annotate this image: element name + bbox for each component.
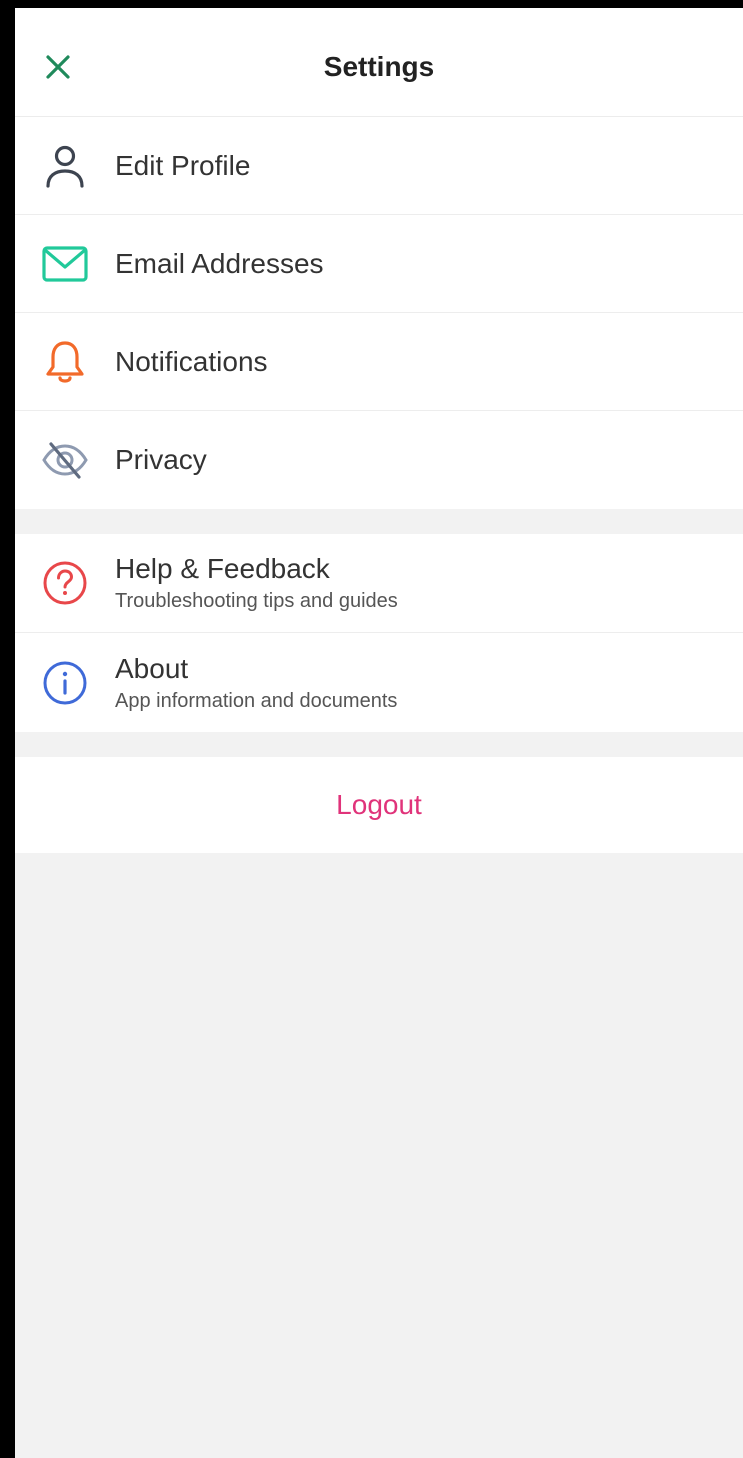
menu-item-label: Help & Feedback [115, 553, 330, 584]
bell-icon [39, 336, 91, 388]
person-icon [39, 140, 91, 192]
menu-item-notifications[interactable]: Notifications [15, 313, 743, 411]
menu-item-label: Edit Profile [115, 149, 251, 181]
menu-item-subtitle: Troubleshooting tips and guides [115, 590, 398, 612]
menu-item-label: About [115, 652, 189, 684]
menu-item-label: Email Addresses [115, 247, 324, 279]
primary-settings-list: Edit Profile Email Addresses Notificatio… [15, 117, 743, 509]
eye-off-icon [39, 434, 91, 486]
menu-item-subtitle: App information and documents [115, 689, 398, 712]
envelope-icon [39, 238, 91, 290]
menu-item-email-addresses[interactable]: Email Addresses [15, 215, 743, 313]
section-divider [15, 509, 743, 534]
close-button[interactable] [42, 51, 74, 83]
menu-item-edit-profile[interactable]: Edit Profile [15, 117, 743, 215]
menu-item-label: Notifications [115, 345, 268, 377]
close-icon [46, 55, 70, 79]
logout-button[interactable]: Logout [15, 757, 743, 853]
section-divider [15, 732, 743, 757]
menu-item-privacy[interactable]: Privacy [15, 411, 743, 509]
menu-item-label: Privacy [115, 444, 207, 475]
info-circle-icon [39, 657, 91, 709]
logout-label: Logout [336, 789, 422, 820]
page-title: Settings [323, 51, 435, 82]
header-bar: Settings [15, 8, 743, 117]
menu-item-about[interactable]: About App information and documents [15, 633, 743, 732]
secondary-settings-list: Help & Feedback Troubleshooting tips and… [15, 534, 743, 732]
help-circle-icon [39, 557, 91, 609]
menu-item-help-feedback[interactable]: Help & Feedback Troubleshooting tips and… [15, 534, 743, 633]
settings-screen: Settings Edit Profile Email Addresses No… [15, 8, 743, 1458]
